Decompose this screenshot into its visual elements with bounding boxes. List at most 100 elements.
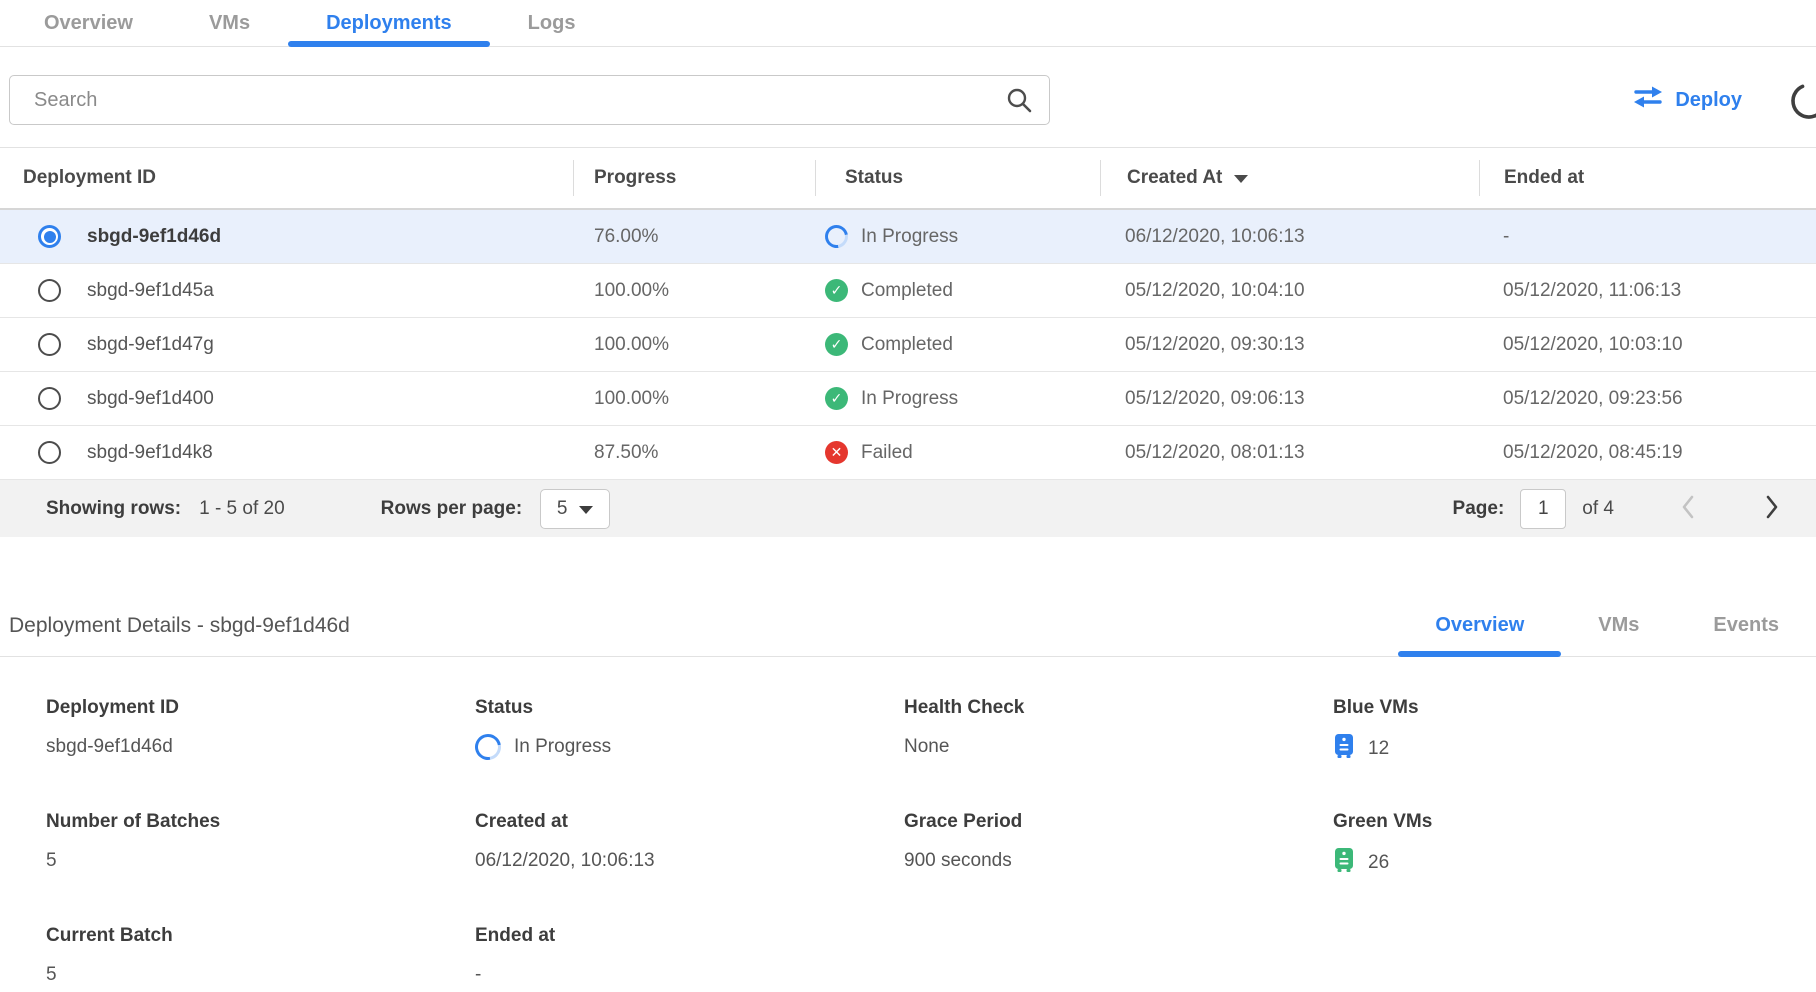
chevron-down-icon xyxy=(579,506,593,514)
table-row[interactable]: sbgd-9ef1d47g 100.00% ✓ Completed 05/12/… xyxy=(0,318,1816,372)
showing-rows-label: Showing rows: xyxy=(46,498,181,520)
field-value: - xyxy=(475,961,904,989)
table-row[interactable]: sbgd-9ef1d4k8 87.50% ✕ Failed 05/12/2020… xyxy=(0,426,1816,480)
table-row[interactable]: sbgd-9ef1d400 100.00% ✓ In Progress 05/1… xyxy=(0,372,1816,426)
table-footer: Showing rows: 1 - 5 of 20 Rows per page:… xyxy=(0,480,1816,537)
column-header-status[interactable]: Status xyxy=(815,148,1100,208)
progress-cell: 100.00% xyxy=(573,334,815,356)
table-header-row: Deployment ID Progress Status Created At… xyxy=(0,148,1816,210)
ended-at-cell: 05/12/2020, 09:23:56 xyxy=(1479,388,1816,410)
tab-logs[interactable]: Logs xyxy=(490,0,614,46)
tab-deployments[interactable]: Deployments xyxy=(288,0,490,46)
column-header-ended-at[interactable]: Ended at xyxy=(1479,148,1816,208)
showing-rows-value: 1 - 5 of 20 xyxy=(199,498,285,520)
ended-at-cell: 05/12/2020, 10:03:10 xyxy=(1479,334,1816,356)
status-cell: Completed xyxy=(861,334,953,356)
field-created-at: Created at 06/12/2020, 10:06:13 xyxy=(475,811,904,879)
next-page-button[interactable] xyxy=(1756,494,1788,523)
progress-cell: 87.50% xyxy=(573,442,815,464)
field-status: Status In Progress xyxy=(475,697,904,765)
field-deployment-id: Deployment ID sbgd-9ef1d46d xyxy=(46,697,475,765)
created-at-cell: 06/12/2020, 10:06:13 xyxy=(1100,226,1479,248)
deploy-button[interactable]: Deploy xyxy=(1633,86,1742,114)
field-label: Blue VMs xyxy=(1333,697,1762,719)
status-cell: Failed xyxy=(861,442,913,464)
status-failed-x-icon: ✕ xyxy=(825,441,848,464)
field-value: 5 xyxy=(46,847,475,875)
search-box xyxy=(9,75,1050,125)
column-header-created-at[interactable]: Created At xyxy=(1100,148,1479,208)
details-tab-bar: Overview VMs Events xyxy=(1398,595,1816,656)
field-grace-period: Grace Period 900 seconds xyxy=(904,811,1333,879)
column-header-progress[interactable]: Progress xyxy=(573,148,815,208)
row-radio[interactable] xyxy=(38,441,61,464)
field-value: 12 xyxy=(1368,738,1389,760)
field-label: Status xyxy=(475,697,904,719)
deployment-id-cell: sbgd-9ef1d45a xyxy=(87,280,214,302)
row-radio[interactable] xyxy=(38,387,61,410)
status-completed-check-icon: ✓ xyxy=(825,333,848,356)
field-value: In Progress xyxy=(514,736,611,758)
field-blue-vms: Blue VMs 12 xyxy=(1333,697,1762,765)
deploy-button-label: Deploy xyxy=(1675,89,1742,112)
row-radio-selected[interactable] xyxy=(38,225,61,248)
tab-vms[interactable]: VMs xyxy=(171,0,288,46)
search-input[interactable] xyxy=(9,75,1050,125)
field-label: Ended at xyxy=(475,925,904,947)
field-label: Health Check xyxy=(904,697,1333,719)
green-vm-icon xyxy=(1333,847,1355,879)
ended-at-cell: 05/12/2020, 11:06:13 xyxy=(1479,280,1816,302)
progress-cell: 100.00% xyxy=(573,388,815,410)
row-radio[interactable] xyxy=(38,333,61,356)
search-icon[interactable] xyxy=(1006,87,1032,113)
details-tab-events[interactable]: Events xyxy=(1676,595,1816,656)
column-header-deployment-id[interactable]: Deployment ID xyxy=(0,148,573,208)
progress-cell: 100.00% xyxy=(573,280,815,302)
table-row[interactable]: sbgd-9ef1d46d 76.00% In Progress 06/12/2… xyxy=(0,210,1816,264)
field-current-batch: Current Batch 5 xyxy=(46,925,475,989)
field-label: Created at xyxy=(475,811,904,833)
ended-at-cell: 05/12/2020, 08:45:19 xyxy=(1479,442,1816,464)
status-cell: Completed xyxy=(861,280,953,302)
created-at-cell: 05/12/2020, 09:30:13 xyxy=(1100,334,1479,356)
status-cell: In Progress xyxy=(861,388,958,410)
row-radio[interactable] xyxy=(38,279,61,302)
rows-per-page-select[interactable]: 5 xyxy=(540,489,610,529)
deployment-details-header: Deployment Details - sbgd-9ef1d46d Overv… xyxy=(0,595,1816,657)
status-in-progress-spinner-icon xyxy=(820,220,852,252)
status-completed-check-icon: ✓ xyxy=(825,387,848,410)
details-tab-vms[interactable]: VMs xyxy=(1561,595,1676,656)
field-value: None xyxy=(904,733,1333,761)
field-value: 06/12/2020, 10:06:13 xyxy=(475,847,904,875)
deploy-swap-arrows-icon xyxy=(1633,86,1663,114)
field-value: 5 xyxy=(46,961,475,989)
deployment-details-title: Deployment Details - sbgd-9ef1d46d xyxy=(0,614,350,638)
column-header-created-at-label: Created At xyxy=(1127,167,1222,189)
field-label: Green VMs xyxy=(1333,811,1762,833)
field-label: Deployment ID xyxy=(46,697,475,719)
status-completed-check-icon: ✓ xyxy=(825,279,848,302)
status-cell: In Progress xyxy=(861,226,958,248)
field-label: Current Batch xyxy=(46,925,475,947)
blue-vm-icon xyxy=(1333,733,1355,765)
tab-overview[interactable]: Overview xyxy=(6,0,171,46)
details-tab-overview[interactable]: Overview xyxy=(1398,595,1561,656)
toolbar: Deploy xyxy=(0,75,1816,125)
field-health-check: Health Check None xyxy=(904,697,1333,765)
page-label: Page: xyxy=(1453,498,1505,520)
previous-page-button[interactable] xyxy=(1672,494,1704,523)
status-in-progress-spinner-icon xyxy=(470,729,506,765)
deployment-id-cell: sbgd-9ef1d400 xyxy=(87,388,214,410)
main-tab-bar: Overview VMs Deployments Logs xyxy=(0,0,1816,47)
page-number-input[interactable] xyxy=(1520,489,1566,529)
field-number-of-batches: Number of Batches 5 xyxy=(46,811,475,879)
field-value: 26 xyxy=(1368,852,1389,874)
refresh-icon[interactable] xyxy=(1788,80,1816,120)
deployment-id-cell: sbgd-9ef1d47g xyxy=(87,334,214,356)
deployment-id-cell: sbgd-9ef1d4k8 xyxy=(87,442,213,464)
table-row[interactable]: sbgd-9ef1d45a 100.00% ✓ Completed 05/12/… xyxy=(0,264,1816,318)
field-value: 900 seconds xyxy=(904,847,1333,875)
deployment-details-grid: Deployment ID sbgd-9ef1d46d Status In Pr… xyxy=(0,657,1816,989)
created-at-cell: 05/12/2020, 10:04:10 xyxy=(1100,280,1479,302)
rows-per-page-value: 5 xyxy=(557,498,568,520)
